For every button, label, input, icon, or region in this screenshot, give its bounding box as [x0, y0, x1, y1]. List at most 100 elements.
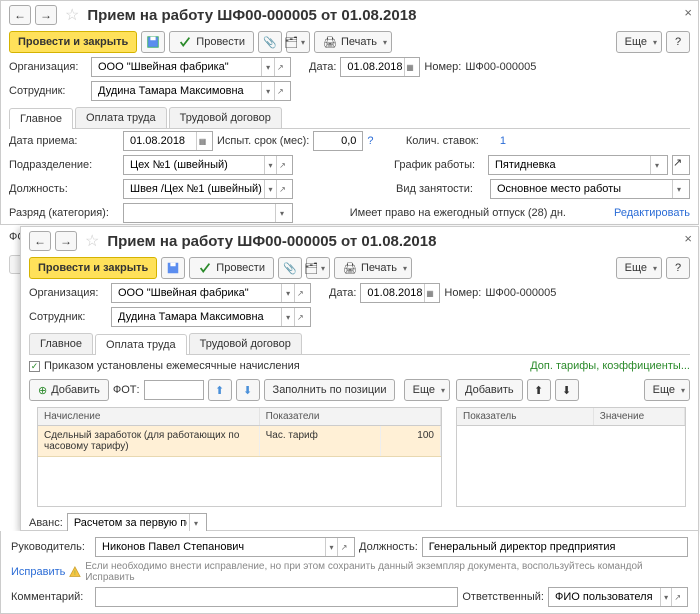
head-input[interactable]: ▾↗ [95, 537, 355, 557]
rank-input[interactable]: ▾ [123, 203, 293, 223]
stavok-label: Колич. ставок: [406, 135, 496, 147]
close-icon[interactable]: × [684, 5, 692, 20]
dropdown-icon[interactable]: ▾ [275, 204, 288, 222]
subdiv-input[interactable]: ▾↗ [123, 155, 293, 175]
date-accept-input[interactable]: ▦ [123, 131, 213, 151]
paperclip-icon: 📎 [263, 36, 277, 49]
more-button[interactable]: Еще [616, 257, 662, 279]
more-button[interactable]: Еще [616, 31, 662, 53]
emp-input[interactable]: ▾↗ [91, 81, 291, 101]
dropdown-icon[interactable]: ▾ [281, 308, 293, 326]
tab-pay[interactable]: Оплата труда [95, 334, 187, 355]
schedule-open[interactable]: ↗ [672, 155, 690, 175]
table-more-button[interactable]: Еще [404, 379, 450, 401]
table2-more-button[interactable]: Еще [644, 379, 690, 401]
edit-link[interactable]: Редактировать [614, 207, 690, 219]
number-value: ШФ00-000005 [465, 61, 536, 73]
help-button[interactable]: ? [666, 31, 690, 53]
fix-hint: Если необходимо внести исправление, но п… [85, 561, 688, 583]
print-button[interactable]: 🖨Печать [334, 257, 412, 279]
save-button[interactable] [141, 31, 165, 53]
open-icon[interactable]: ↗ [294, 284, 306, 302]
favorite-star-icon[interactable]: ☆ [85, 231, 99, 251]
post-and-close-button[interactable]: Провести и закрыть [9, 31, 137, 53]
close-icon[interactable]: × [684, 231, 692, 246]
dropdown-icon[interactable]: ▾ [650, 156, 663, 174]
date-label: Дата: [329, 287, 356, 299]
attach-button[interactable]: 📎 [258, 31, 282, 53]
tab-contract[interactable]: Трудовой договор [169, 107, 282, 128]
open-icon[interactable]: ↗ [276, 180, 288, 198]
dropdown-icon[interactable]: ▾ [261, 58, 273, 76]
move-up-button[interactable]: ⬆ [208, 379, 232, 401]
tab-contract[interactable]: Трудовой договор [189, 333, 302, 354]
monthly-accruals-checkbox[interactable]: ✓Приказом установлены ежемесячные начисл… [29, 360, 300, 372]
date-input[interactable]: ▦ [340, 57, 420, 77]
add-row-button[interactable]: ⊕Добавить [29, 379, 109, 401]
checkmark-icon: ✓ [29, 361, 40, 372]
dropdown-icon[interactable]: ▾ [672, 180, 685, 198]
print-button[interactable]: 🖨Печать [314, 31, 392, 53]
nav-back-button[interactable]: ← [9, 5, 31, 25]
emp-input[interactable]: ▾↗ [111, 307, 311, 327]
dropdown-icon[interactable]: ▾ [264, 156, 276, 174]
dropdown-icon[interactable]: ▾ [264, 180, 276, 198]
nav-fwd-button[interactable]: → [55, 231, 77, 251]
calendar-icon[interactable]: ▦ [424, 284, 436, 302]
org-input[interactable]: ▾↗ [91, 57, 291, 77]
post-button[interactable]: Провести [169, 31, 254, 53]
comment-input[interactable] [95, 587, 458, 607]
schedule-input[interactable]: ▾ [488, 155, 668, 175]
move-up-button[interactable]: ⬆ [527, 379, 551, 401]
post-button[interactable]: Провести [189, 257, 274, 279]
open-icon[interactable]: ↗ [294, 308, 306, 326]
resp-label: Ответственный: [462, 591, 544, 603]
fot-input[interactable] [144, 380, 204, 400]
table-row[interactable]: Сдельный заработок (для работающих по ча… [38, 426, 441, 457]
position-input[interactable] [422, 537, 688, 557]
open-icon[interactable]: ↗ [671, 588, 683, 606]
indicators-table[interactable]: Показатель Значение [456, 407, 686, 507]
nav-fwd-button[interactable]: → [35, 5, 57, 25]
open-icon[interactable]: ↗ [337, 538, 350, 556]
advance-input[interactable]: ▾ [67, 513, 207, 533]
position-input[interactable]: ▾↗ [123, 179, 293, 199]
move-down-button[interactable]: ⬇ [555, 379, 579, 401]
stavok-link[interactable]: 1 [500, 135, 506, 147]
fix-link[interactable]: Исправить [11, 566, 65, 578]
favorite-star-icon[interactable]: ☆ [65, 5, 79, 25]
help-button[interactable]: ? [666, 257, 690, 279]
dropdown-icon[interactable]: ▾ [261, 82, 273, 100]
employment-input[interactable]: ▾ [490, 179, 690, 199]
add-indicator-button[interactable]: Добавить [456, 379, 523, 401]
structure-button[interactable]: 🗂 [286, 31, 310, 53]
calendar-icon[interactable]: ▦ [196, 132, 208, 150]
open-icon[interactable]: ↗ [274, 82, 286, 100]
accruals-table[interactable]: Начисление Показатели Сдельный заработок… [37, 407, 442, 507]
extra-tariffs-link[interactable]: Доп. тарифы, коэффициенты... [530, 360, 690, 372]
nav-back-button[interactable]: ← [29, 231, 51, 251]
open-icon[interactable]: ↗ [274, 58, 286, 76]
date-input[interactable]: ▦ [360, 283, 440, 303]
resp-input[interactable]: ▾↗ [548, 587, 688, 607]
tab-pay[interactable]: Оплата труда [75, 107, 167, 128]
trial-help[interactable]: ? [367, 135, 373, 147]
attach-button[interactable]: 📎 [278, 257, 302, 279]
move-down-button[interactable]: ⬇ [236, 379, 260, 401]
org-input[interactable]: ▾↗ [111, 283, 311, 303]
tab-main[interactable]: Главное [29, 333, 93, 354]
structure-button[interactable]: 🗂 [306, 257, 330, 279]
open-icon[interactable]: ↗ [276, 156, 288, 174]
dropdown-icon[interactable]: ▾ [660, 588, 672, 606]
dropdown-icon[interactable]: ▾ [325, 538, 338, 556]
dropdown-icon[interactable]: ▾ [281, 284, 293, 302]
trial-input[interactable] [313, 131, 363, 151]
emp-label: Сотрудник: [29, 311, 107, 323]
post-and-close-button[interactable]: Провести и закрыть [29, 257, 157, 279]
dropdown-icon[interactable]: ▾ [189, 514, 202, 532]
save-button[interactable] [161, 257, 185, 279]
tab-main[interactable]: Главное [9, 108, 73, 129]
calendar-icon[interactable]: ▦ [404, 58, 416, 76]
fill-by-position-button[interactable]: Заполнить по позиции [264, 379, 396, 401]
tabs: Главное Оплата труда Трудовой договор [9, 107, 690, 129]
